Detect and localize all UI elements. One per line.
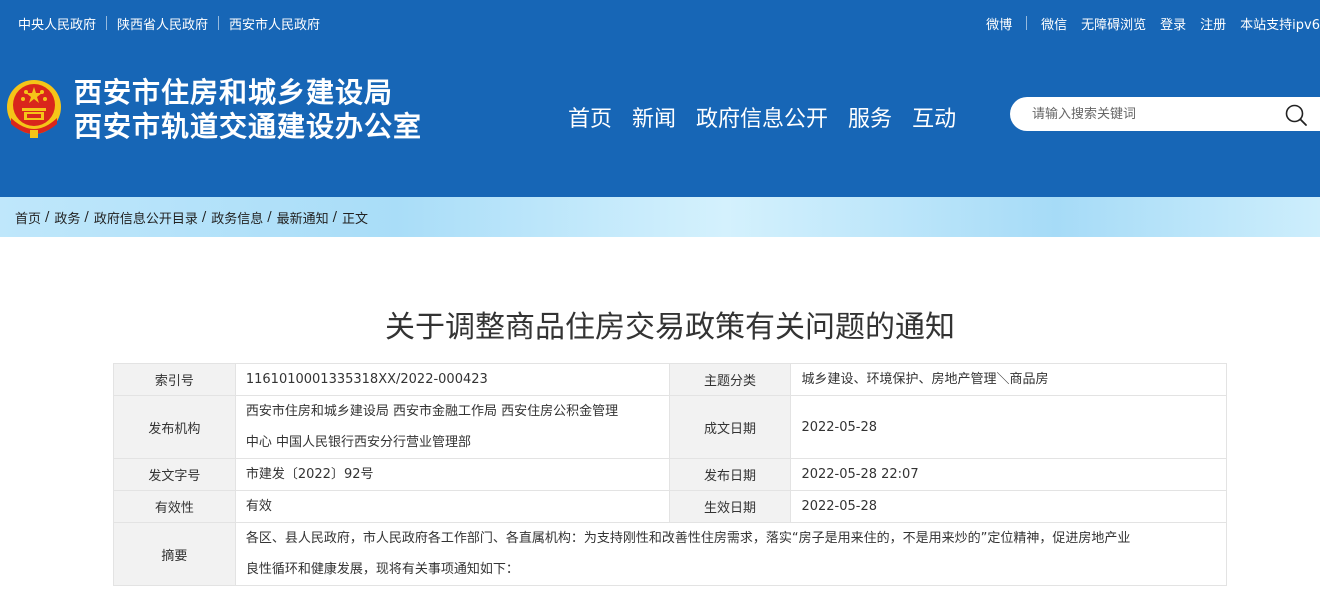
divider [106,16,108,30]
meta-label: 生效日期 [668,490,792,523]
link-xian-gov[interactable]: 西安市人民政府 [229,14,320,33]
site-title-line2: 西安市轨道交通建设办公室 [74,110,423,143]
meta-label: 有效性 [113,490,236,523]
site-title-line1: 西安市住房和城乡建设局 [74,76,394,109]
breadcrumb-latest-notice[interactable]: 最新通知 [277,208,329,227]
meta-value: 西安市住房和城乡建设局 西安市金融工作局 西安住房公积金管理 中心 中国人民银行… [234,395,670,459]
table-row: 摘要 各区、县人民政府，市人民政府各工作部门、各直属机构：为支持刚性和改善性住房… [113,522,1228,586]
ipv6-label: 本站支持ipv6 [1240,17,1320,33]
gov-links: 中央人民政府 陕西省人民政府 西安市人民政府 [18,0,320,46]
meta-value: 有效 [234,490,670,523]
national-emblem-icon [7,80,61,138]
breadcrumb-bar: 首页 / 政务 / 政府信息公开目录 / 政务信息 / 最新通知 / 正文 [0,197,1320,237]
table-row: 发布机构 西安市住房和城乡建设局 西安市金融工作局 西安住房公积金管理 中心 中… [113,395,1227,459]
meta-label: 成文日期 [668,395,792,459]
nav-home[interactable]: 首页 [568,101,612,133]
publisher-line: 西安市住房和城乡建设局 西安市金融工作局 西安住房公积金管理 [245,404,619,419]
table-row: 发文字号 市建发〔2022〕92号 发布日期 2022-05-28 22:07 [113,458,1227,491]
login-link[interactable]: 登录 [1160,14,1186,33]
site-header: 西安市住房和城乡建设局 西安市轨道交通建设办公室 首页 新闻 政府信息公开 服务… [0,46,1320,197]
weixin-link[interactable]: 微信 [1041,14,1067,33]
page-title: 关于调整商品住房交易政策有关问题的通知 [385,310,955,345]
link-shaanxi-gov[interactable]: 陕西省人民政府 [117,14,208,33]
top-bar: 中央人民政府 陕西省人民政府 西安市人民政府 微博 微信 无障碍浏览 登录 注册… [0,0,1320,46]
search-box [1010,97,1320,131]
site-title[interactable]: 西安市住房和城乡建设局 西安市轨道交通建设办公室 [74,76,422,144]
meta-label: 发布机构 [113,395,236,459]
breadcrumb-gov-info[interactable]: 政务信息 [211,208,263,227]
breadcrumb-separator: / [45,209,50,225]
search-input[interactable] [1032,97,1272,131]
breadcrumb-separator: / [267,209,272,225]
meta-label: 发布日期 [668,458,792,491]
nav-gov-info[interactable]: 政府信息公开 [696,101,828,133]
meta-label: 发文字号 [113,458,236,491]
meta-value: 各区、县人民政府，市人民政府各工作部门、各直属机构：为支持刚性和改善性住房需求，… [234,522,1228,586]
nav-interact[interactable]: 互动 [912,101,956,133]
breadcrumb-separator: / [332,209,338,225]
abstract-line: 各区、县人民政府，市人民政府各工作部门、各直属机构：为支持刚性和改善性住房需求，… [245,531,1131,546]
document-meta-table: 索引号 1161010001335318XX/2022-000423 主题分类 … [113,363,1228,586]
weibo-link[interactable]: 微博 [986,14,1012,33]
breadcrumb: 首页 / 政务 / 政府信息公开目录 / 政务信息 / 最新通知 / 正文 [15,197,368,237]
meta-label: 主题分类 [668,363,792,396]
main-nav: 首页 新闻 政府信息公开 服务 互动 [558,101,966,133]
meta-value: 1161010001335318XX/2022-000423 [234,363,670,396]
abstract-line: 良性循环和健康发展，现将有关事项通知如下： [245,562,519,577]
nav-service[interactable]: 服务 [848,101,892,133]
nav-news[interactable]: 新闻 [632,101,676,133]
breadcrumb-affairs[interactable]: 政务 [54,208,80,227]
publisher-line: 中心 中国人民银行西安分行营业管理部 [245,435,471,450]
meta-value: 市建发〔2022〕92号 [234,458,670,491]
accessible-browse-link[interactable]: 无障碍浏览 [1081,14,1146,33]
divider [218,16,220,30]
meta-value: 2022-05-28 22:07 [790,458,1227,491]
breadcrumb-separator: / [84,209,89,225]
breadcrumb-separator: / [201,209,207,225]
meta-label: 摘要 [113,522,236,586]
breadcrumb-info-catalog[interactable]: 政府信息公开目录 [94,208,198,227]
meta-value: 2022-05-28 [790,490,1227,523]
divider [1026,16,1028,30]
register-link[interactable]: 注册 [1200,14,1226,33]
table-row: 有效性 有效 生效日期 2022-05-28 [113,490,1227,523]
breadcrumb-home[interactable]: 首页 [15,208,41,227]
table-row: 索引号 1161010001335318XX/2022-000423 主题分类 … [113,363,1227,396]
meta-value: 城乡建设、环境保护、房地产管理＼商品房 [790,363,1227,396]
link-central-gov[interactable]: 中央人民政府 [18,14,96,33]
user-links: 微博 微信 无障碍浏览 登录 注册 本站支持ipv6 [972,0,1320,46]
meta-label: 索引号 [113,363,236,396]
meta-value: 2022-05-28 [790,395,1227,459]
breadcrumb-current: 正文 [342,211,369,227]
search-icon[interactable] [1284,103,1308,127]
